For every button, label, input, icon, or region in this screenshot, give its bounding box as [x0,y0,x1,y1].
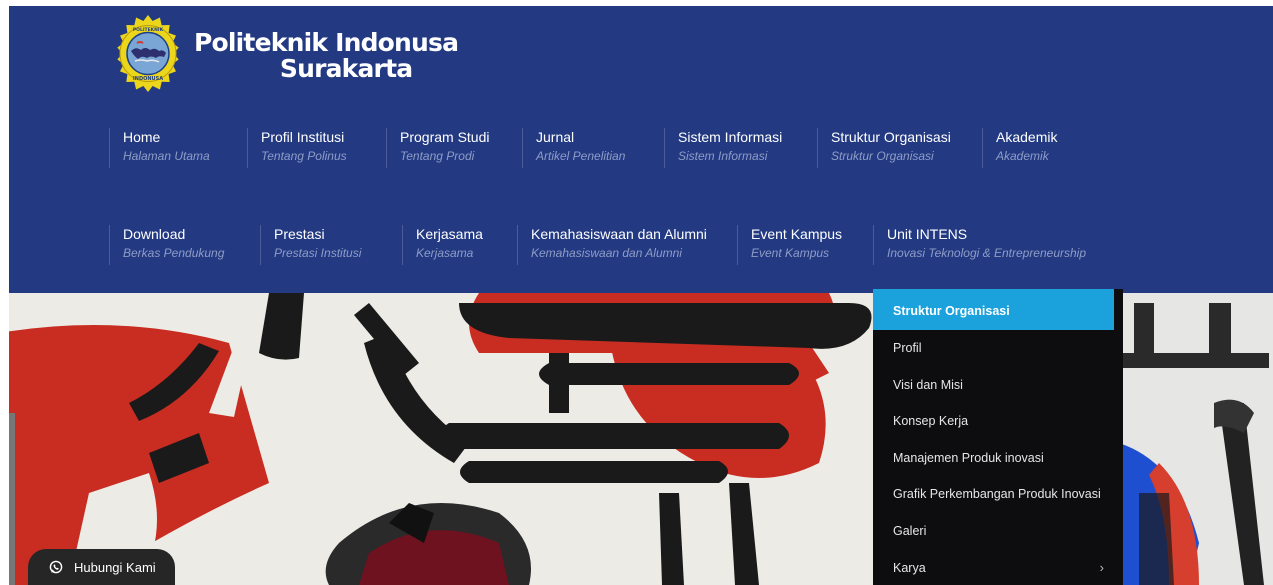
nav-prestasi[interactable]: Prestasi Prestasi Institusi [260,225,361,265]
polinus-logo-emblem: POLITEKNIK INDONUSA [117,15,179,92]
nav-sublabel: Prestasi Institusi [274,246,362,260]
nav-sublabel: Berkas Pendukung [123,246,225,260]
struktur-organisasi-dropdown: Struktur Organisasi Profil Visi dan Misi… [873,289,1123,585]
dropdown-item-grafik-perkembangan[interactable]: Grafik Perkembangan Produk Inovasi [873,476,1114,513]
nav-kemahasiswaan-alumni[interactable]: Kemahasiswaan dan Alumni Kemahasiswaan d… [517,225,707,265]
dropdown-item-manajemen-produk[interactable]: Manajemen Produk inovasi [873,440,1114,477]
nav-label: Kerjasama [416,226,483,242]
nav-label: Jurnal [536,129,575,145]
nav-jurnal[interactable]: Jurnal Artikel Penelitian [522,128,625,168]
nav-download[interactable]: Download Berkas Pendukung [109,225,224,265]
nav-label: Akademik [996,129,1058,145]
nav-label: Profil Institusi [261,129,345,145]
nav-profil-institusi[interactable]: Profil Institusi Tentang Polinus [247,128,347,168]
whatsapp-icon [49,560,63,574]
nav-label: Event Kampus [751,226,843,242]
nav-home[interactable]: Home Halaman Utama [109,128,210,168]
nav-sublabel: Sistem Informasi [678,149,768,163]
nav-label: Home [123,129,161,145]
nav-sublabel: Akademik [996,149,1049,163]
nav-unit-intens[interactable]: Unit INTENS Inovasi Teknologi & Entrepre… [873,225,1086,265]
nav-event-kampus[interactable]: Event Kampus Event Kampus [737,225,842,265]
dropdown-item-karya[interactable]: Karya › [873,550,1114,585]
site-name-line1: Politeknik Indonusa [194,28,459,57]
dropdown-item-struktur-organisasi[interactable]: Struktur Organisasi [873,289,1114,330]
svg-text:POLITEKNIK: POLITEKNIK [133,27,164,33]
nav-label: Prestasi [274,226,325,242]
dropdown-item-galeri[interactable]: Galeri [873,513,1114,550]
nav-sublabel: Struktur Organisasi [831,149,934,163]
nav-sublabel: Event Kampus [751,246,830,260]
nav-label: Kemahasiswaan dan Alumni [531,226,707,242]
nav-sublabel: Artikel Penelitian [536,149,626,163]
nav-label: Sistem Informasi [678,129,783,145]
hubungi-kami-label: Hubungi Kami [74,560,156,575]
dropdown-item-visi-misi[interactable]: Visi dan Misi [873,367,1114,404]
chevron-right-icon: › [1099,559,1104,575]
nav-label: Program Studi [400,129,490,145]
site-header: POLITEKNIK INDONUSA Politeknik Indonusa … [9,6,1273,293]
site-name: Politeknik Indonusa Surakarta [194,28,459,83]
dropdown-item-profil[interactable]: Profil [873,330,1114,367]
nav-sublabel: Halaman Utama [123,149,210,163]
nav-label: Download [123,226,186,242]
hubungi-kami-button[interactable]: Hubungi Kami [28,549,175,585]
nav-kerjasama[interactable]: Kerjasama Kerjasama [402,225,483,265]
nav-sistem-informasi[interactable]: Sistem Informasi Sistem Informasi [664,128,782,168]
nav-program-studi[interactable]: Program Studi Tentang Prodi [386,128,489,168]
nav-label: Unit INTENS [887,226,968,242]
nav-sublabel: Inovasi Teknologi & Entrepreneurship [887,246,1087,260]
dropdown-item-konsep-kerja[interactable]: Konsep Kerja [873,403,1114,440]
nav-label: Struktur Organisasi [831,129,951,145]
dropdown-item-label: Karya [893,560,926,575]
nav-sublabel: Tentang Prodi [400,149,475,163]
nav-sublabel: Kemahasiswaan dan Alumni [531,246,682,260]
nav-sublabel: Kerjasama [416,246,474,260]
nav-sublabel: Tentang Polinus [261,149,347,163]
nav-akademik[interactable]: Akademik Akademik [982,128,1057,168]
site-name-line2: Surakarta [279,54,413,83]
nav-struktur-organisasi[interactable]: Struktur Organisasi Struktur Organisasi [817,128,951,168]
page: POLITEKNIK INDONUSA Politeknik Indonusa … [0,0,1273,585]
svg-text:INDONUSA: INDONUSA [133,76,163,82]
